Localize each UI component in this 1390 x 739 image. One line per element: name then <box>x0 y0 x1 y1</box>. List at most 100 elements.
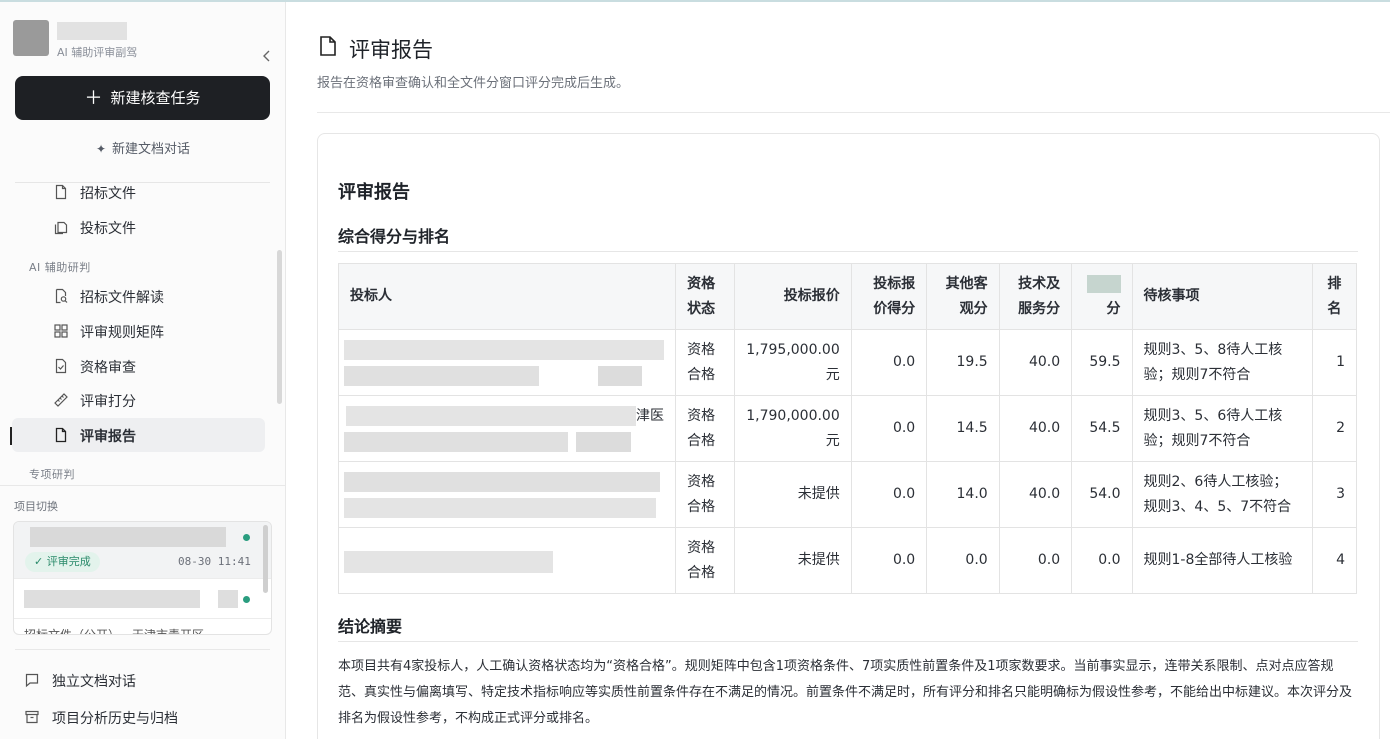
sidebar-item-bid-files[interactable]: 投标文件 <box>12 210 265 244</box>
cell-tech-service: 40.0 <box>998 461 1073 528</box>
nav-group-special: 专项研判 <box>29 468 75 481</box>
cell-tech-service: 0.0 <box>998 527 1073 594</box>
header-text-redacted <box>1086 274 1121 293</box>
col-header-bidder: 投标人 <box>337 263 677 330</box>
sidebar-item-label: 招标文件解读 <box>80 290 164 306</box>
file-search-icon <box>55 288 68 304</box>
cell-status: 资格合格 <box>675 527 735 594</box>
archive-icon <box>25 710 39 724</box>
cell-total: 0.0 <box>1071 527 1133 594</box>
cell-bidder <box>337 461 677 528</box>
sidebar-nav: 招标文件 投标文件 AI 辅助研判 招标文件解读 评审规则矩阵 资格审查 评审打… <box>0 183 286 485</box>
project-title-redacted <box>24 590 200 608</box>
col-header-price: 投标报价 <box>733 263 852 330</box>
status-dot <box>243 534 250 541</box>
cell-price-score: 0.0 <box>850 395 928 462</box>
col-header-rank: 排 名 <box>1311 263 1358 330</box>
brand-subtitle: AI 辅助评审副驾 <box>57 46 138 59</box>
sidebar-scrollbar[interactable] <box>277 250 282 404</box>
cell-rank: 3 <box>1311 461 1358 528</box>
col-header-pending: 待核事项 <box>1131 263 1313 330</box>
table-header-row: 投标人 资格 状态 投标报价 投标报 价得分 其他客 观分 技术及 服务分 分 … <box>337 263 1358 330</box>
files-icon <box>54 221 68 235</box>
cell-price: 1,795,000.00元 <box>733 329 852 396</box>
cell-bidder <box>337 527 677 594</box>
nav-group-ai: AI 辅助研判 <box>29 261 91 274</box>
sidebar-item-label: 招标文件 <box>80 186 136 202</box>
project-list: ✓ 评审完成 08-30 11:41 招标文件（公开）－天津市青开区 <box>13 521 272 635</box>
cell-rank: 4 <box>1311 527 1358 594</box>
col-header-total: 分 <box>1071 263 1133 330</box>
bidder-name-redacted: 津医 <box>344 404 670 454</box>
cell-rank: 1 <box>1311 329 1358 396</box>
bidder-name-redacted <box>344 536 670 586</box>
cell-price-score: 0.0 <box>850 329 928 396</box>
ruler-icon <box>54 393 68 407</box>
status-dot <box>243 596 250 603</box>
bottom-link-label: 独立文档对话 <box>52 674 136 690</box>
new-doc-chat-button[interactable]: ✦ 新建文档对话 <box>0 138 286 157</box>
brand-name-redacted <box>57 22 127 40</box>
section-divider <box>338 641 1358 642</box>
brand: AI 辅助评审副驾 <box>13 20 273 62</box>
page-subtitle: 报告在资格审查确认和全文件分窗口评分完成后生成。 <box>317 76 630 91</box>
sidebar-item-tender-interpretation[interactable]: 招标文件解读 <box>12 279 265 313</box>
bidder-name-redacted <box>344 470 670 520</box>
score-table: 投标人 资格 状态 投标报价 投标报 价得分 其他客 观分 技术及 服务分 分 … <box>337 263 1358 594</box>
cell-other-objective: 19.5 <box>926 329 1000 396</box>
file-icon <box>55 184 67 200</box>
section-title-summary: 结论摘要 <box>338 617 403 636</box>
project-card-selected[interactable]: ✓ 评审完成 08-30 11:41 <box>14 522 271 578</box>
new-doc-chat-label: 新建文档对话 <box>112 142 191 157</box>
cell-price: 1,790,000.00元 <box>733 395 852 462</box>
grid-icon <box>54 324 68 338</box>
project-list-scrollbar[interactable] <box>263 525 268 593</box>
col-header-status: 资格 状态 <box>675 263 735 330</box>
sidebar-item-qualification-review[interactable]: 资格审查 <box>12 349 265 383</box>
cell-other-objective: 0.0 <box>926 527 1000 594</box>
report-card: 评审报告 综合得分与排名 投标人 资格 状态 投标报价 投标报 价得分 其他客 … <box>317 133 1380 739</box>
new-task-label: 新建核查任务 <box>110 89 201 107</box>
table-row: 津医 资格合格 1,790,000.00元 0.0 14.5 40.0 54.5… <box>337 395 1358 462</box>
sidebar-item-label: 评审规则矩阵 <box>80 325 164 341</box>
plus-icon: ＋ <box>84 88 103 109</box>
project-card[interactable]: 招标文件（公开）－天津市青开区 <box>14 618 271 635</box>
project-title-redacted <box>218 590 238 608</box>
bidder-name-redacted <box>344 338 670 388</box>
sidebar-item-label: 评审报告 <box>80 429 136 445</box>
sidebar-item-label: 投标文件 <box>80 221 136 237</box>
chat-icon <box>25 673 39 688</box>
sparkle-icon: ✦ <box>95 142 107 156</box>
cell-pending: 规则3、5、8待人工核验；规则7不符合 <box>1131 329 1313 396</box>
sidebar: AI 辅助评审副驾 ＋ 新建核查任务 ✦ 新建文档对话 招标文件 投标文件 AI 辅… <box>0 2 286 739</box>
cell-total: 54.0 <box>1071 461 1133 528</box>
cell-price-score: 0.0 <box>850 461 928 528</box>
sidebar-item-tender-file[interactable]: 招标文件 <box>12 183 265 209</box>
chevron-left-icon <box>263 50 270 62</box>
table-row: 资格合格 未提供 0.0 0.0 0.0 0.0 规则1-8全部待人工核验 4 <box>337 527 1358 594</box>
col-header-tech-service: 技术及 服务分 <box>998 263 1073 330</box>
divider <box>15 649 270 650</box>
brand-logo <box>13 20 49 56</box>
project-switch-label: 项目切换 <box>14 500 58 513</box>
sidebar-item-label: 评审打分 <box>80 394 136 410</box>
cell-status: 资格合格 <box>675 461 735 528</box>
col-header-price-score: 投标报 价得分 <box>850 263 928 330</box>
cell-price: 未提供 <box>733 461 852 528</box>
table-row: 资格合格 未提供 0.0 14.0 40.0 54.0 规则2、6待人工核验；规… <box>337 461 1358 528</box>
divider <box>0 485 286 486</box>
sidebar-item-rule-matrix[interactable]: 评审规则矩阵 <box>12 314 265 348</box>
project-title-redacted <box>30 527 226 547</box>
new-task-button[interactable]: ＋ 新建核查任务 <box>15 76 270 120</box>
cell-rank: 2 <box>1311 395 1358 462</box>
cell-status: 资格合格 <box>675 329 735 396</box>
sidebar-item-review-report[interactable]: 评审报告 <box>10 418 265 452</box>
table-row: 资格合格 1,795,000.00元 0.0 19.5 40.0 59.5 规则… <box>337 329 1358 396</box>
collapse-sidebar-button[interactable] <box>257 48 277 68</box>
divider <box>317 112 1390 113</box>
cell-pending: 规则3、5、6待人工核验；规则7不符合 <box>1131 395 1313 462</box>
project-time: 08-30 11:41 <box>178 555 251 568</box>
project-title: 招标文件（公开）－天津市青开区 <box>24 628 205 635</box>
sidebar-item-scoring[interactable]: 评审打分 <box>12 383 265 417</box>
project-card[interactable] <box>14 578 271 618</box>
